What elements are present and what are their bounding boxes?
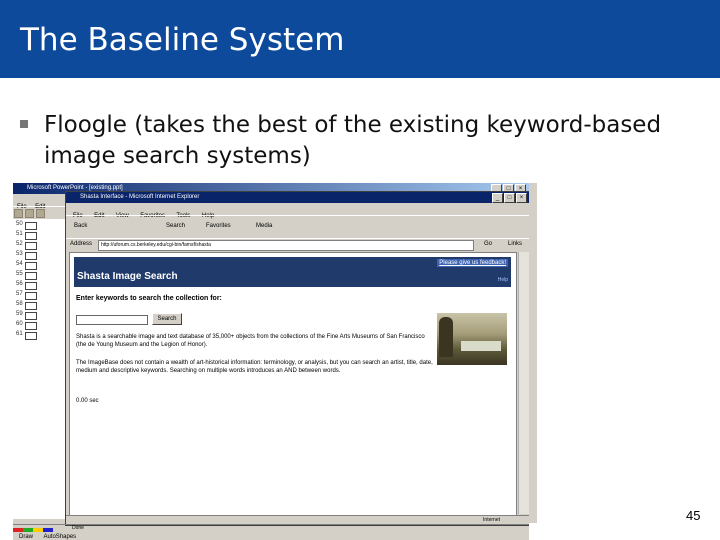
landscape-painting-image[interactable] [437,313,507,365]
description-paragraph: Shasta is a searchable image and text da… [76,334,425,348]
outline-num: 53 [16,251,23,257]
info-paragraph: The ImageBase does not contain a wealth … [76,360,433,374]
new-icon[interactable] [14,209,23,218]
outline-num: 60 [16,321,23,327]
slide-thumb-icon[interactable] [25,242,37,250]
outline-num: 52 [16,241,23,247]
outline-num: 59 [16,311,23,317]
outline-num: 57 [16,291,23,297]
bullet-text: Floogle (takes the best of the existing … [44,112,662,169]
slide-title-bar: The Baseline System [0,0,720,78]
links-button[interactable]: Links [508,241,522,247]
ie-title-bar: Shasta Interface - Microsoft Internet Ex… [66,192,529,203]
slide-thumb-icon[interactable] [25,302,37,310]
water-shape [461,341,501,351]
search-button[interactable]: Search [152,313,182,325]
ie-maximize-icon[interactable]: □ [504,193,515,203]
draw-menu[interactable]: Draw [19,534,33,540]
bullet-marker [20,120,28,128]
ie-title: Shasta Interface - Microsoft Internet Ex… [80,194,200,200]
search-prompt: Enter keywords to search the collection … [76,295,222,302]
screenshot-right-edge [529,183,537,523]
outline-num: 58 [16,301,23,307]
save-icon[interactable] [36,209,45,218]
address-label: Address [70,241,93,247]
slide-thumb-icon[interactable] [25,272,37,280]
shasta-title: Shasta Image Search [77,271,178,282]
ie-address-bar: Address http://uforum.cs.berkeley.edu/cg… [66,238,529,251]
embedded-screenshot: Microsoft PowerPoint - [existing.ppt] _ … [13,183,529,540]
autoshapes-menu[interactable]: AutoShapes [43,534,76,540]
slide-outline: 50 51 52 53 54 55 56 57 58 59 60 61 [13,219,66,519]
ie-minimize-icon[interactable]: _ [492,193,503,203]
slide-thumb-icon[interactable] [25,222,37,230]
slide-thumb-icon[interactable] [25,232,37,240]
slide-thumb-icon[interactable] [25,282,37,290]
address-input[interactable]: http://uforum.cs.berkeley.edu/cgi-bin/fa… [98,240,474,251]
slide-title: The Baseline System [20,22,345,58]
slide-thumb-icon[interactable] [25,312,37,320]
slide-thumb-icon[interactable] [25,332,37,340]
favorites-button[interactable]: Favorites [206,223,231,229]
help-link[interactable]: Help [498,277,508,283]
ie-toolbar: Back Search Favorites Media [66,215,529,238]
ie-close-icon[interactable]: × [516,193,527,203]
ie-window: Shasta Interface - Microsoft Internet Ex… [65,191,529,531]
ie-menu: File Edit View Favorites Tools Help [66,204,529,219]
media-button[interactable]: Media [256,223,272,229]
search-input[interactable] [76,315,148,325]
outline-num: 61 [16,331,23,337]
open-icon[interactable] [25,209,34,218]
outline-num: 54 [16,261,23,267]
slide-thumb-icon[interactable] [25,252,37,260]
slide-thumb-icon[interactable] [25,262,37,270]
slide-thumb-icon[interactable] [25,322,37,330]
color-strip [13,528,53,532]
go-button[interactable]: Go [484,241,492,247]
tree-shape [439,317,453,357]
outline-num: 56 [16,281,23,287]
outline-num: 55 [16,271,23,277]
shasta-banner: Shasta Image Search Please give us feedb… [74,257,511,287]
feedback-link[interactable]: Please give us feedback! [437,259,508,267]
timing-text: 0.00 sec [76,398,99,404]
slide-thumb-icon[interactable] [25,292,37,300]
powerpoint-draw-toolbar: Draw AutoShapes [13,524,529,540]
web-page: Shasta Image Search Please give us feedb… [69,252,517,516]
search-button-ie[interactable]: Search [166,223,185,229]
outline-num: 50 [16,221,23,227]
outline-num: 51 [16,231,23,237]
back-button[interactable]: Back [74,223,87,229]
page-number: 45 [686,508,701,523]
vertical-scrollbar[interactable] [518,252,529,514]
